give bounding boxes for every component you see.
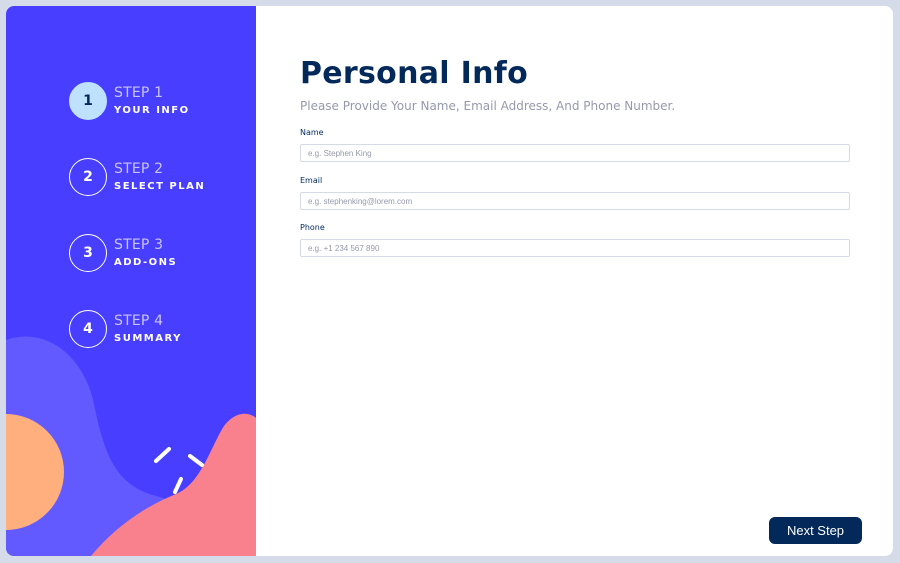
- step-number: 4: [69, 310, 107, 348]
- next-step-button[interactable]: Next Step: [769, 517, 862, 544]
- page-subtitle: Please Provide Your Name, Email Address,…: [300, 99, 676, 113]
- form-card: 1 STEP 1 YOUR INFO 2 STEP 2 SELECT PLAN …: [6, 6, 893, 556]
- main-content: Personal Info Please Provide Your Name, …: [300, 6, 860, 556]
- step-label: YOUR INFO: [114, 105, 190, 116]
- step-3[interactable]: 3 STEP 3 ADD-ONS: [69, 234, 249, 272]
- confetti-line: [173, 477, 183, 494]
- step-number: 3: [69, 234, 107, 272]
- step-1[interactable]: 1 STEP 1 YOUR INFO: [69, 82, 249, 120]
- step-title: STEP 4: [114, 313, 164, 329]
- step-4[interactable]: 4 STEP 4 SUMMARY: [69, 310, 249, 348]
- step-title: STEP 1: [114, 85, 164, 101]
- name-label: Name: [300, 128, 324, 137]
- step-number: 1: [69, 82, 107, 120]
- confetti-line: [188, 454, 204, 467]
- confetti-line: [154, 447, 171, 463]
- step-number: 2: [69, 158, 107, 196]
- step-title: STEP 3: [114, 237, 164, 253]
- step-label: ADD-ONS: [114, 257, 178, 268]
- email-input[interactable]: [300, 192, 850, 210]
- phone-label: Phone: [300, 223, 325, 232]
- name-input[interactable]: [300, 144, 850, 162]
- step-title: STEP 2: [114, 161, 164, 177]
- page-title: Personal Info: [300, 56, 529, 91]
- step-label: SELECT PLAN: [114, 181, 206, 192]
- phone-input[interactable]: [300, 239, 850, 257]
- step-label: SUMMARY: [114, 333, 182, 344]
- step-2[interactable]: 2 STEP 2 SELECT PLAN: [69, 158, 249, 196]
- sidebar: 1 STEP 1 YOUR INFO 2 STEP 2 SELECT PLAN …: [6, 6, 256, 556]
- email-label: Email: [300, 176, 323, 185]
